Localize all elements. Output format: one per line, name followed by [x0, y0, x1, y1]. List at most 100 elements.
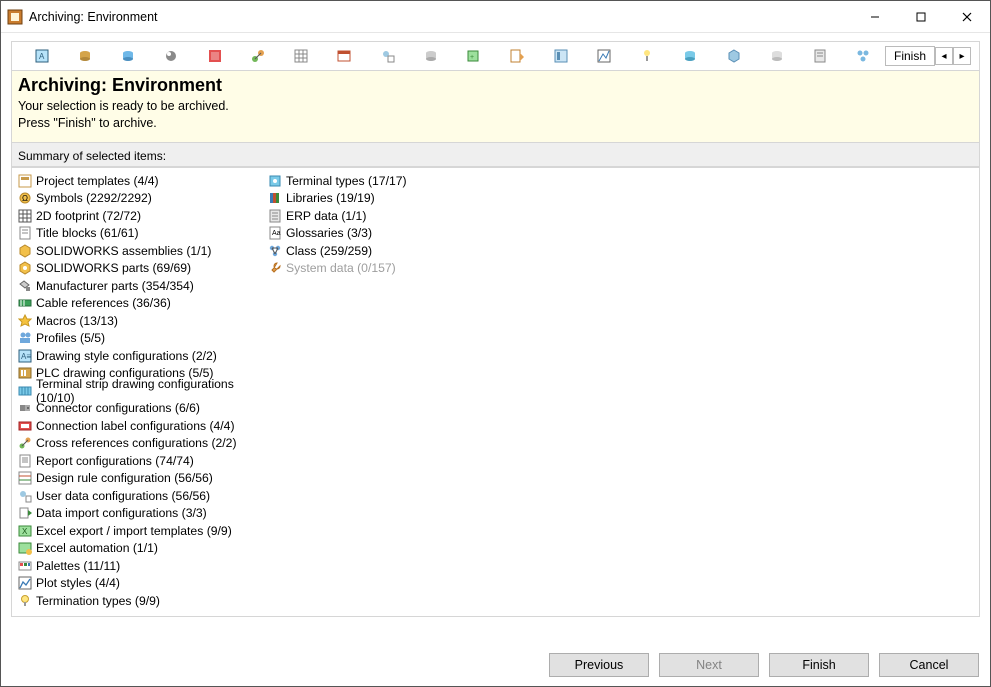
toolbar-step-2[interactable]: [63, 45, 106, 67]
svg-text:A≡: A≡: [21, 352, 31, 361]
palette-icon: [18, 559, 32, 573]
cross-ref-icon: [18, 436, 32, 450]
item-2d-footprint[interactable]: 2D footprint (72/72): [12, 207, 262, 225]
excel-icon: X: [18, 524, 32, 538]
toolbar-step-18[interactable]: [755, 45, 798, 67]
toolbar-step-11[interactable]: +: [453, 45, 496, 67]
finish-button[interactable]: Finish: [769, 653, 869, 677]
toolbar-step-14[interactable]: [582, 45, 625, 67]
import-icon: [18, 506, 32, 520]
summary-panel: Project templates (4/4)ΩSymbols (2292/22…: [11, 167, 980, 617]
toolbar-step-17[interactable]: [712, 45, 755, 67]
item-macros[interactable]: Macros (13/13): [12, 312, 262, 330]
item-design-rule-cfg[interactable]: Design rule configuration (56/56): [12, 469, 262, 487]
terminal-strip-icon: [18, 384, 32, 398]
item-glossaries[interactable]: AaGlossaries (3/3): [262, 224, 512, 242]
item-project-templates[interactable]: Project templates (4/4): [12, 172, 262, 190]
toolbar-step-6[interactable]: [236, 45, 279, 67]
toolbar-step-7[interactable]: [280, 45, 323, 67]
toolbar-step-19[interactable]: [799, 45, 842, 67]
toolbar-prev-arrow[interactable]: ◂: [935, 47, 953, 65]
item-label: Connection label configurations (4/4): [36, 419, 235, 433]
item-class[interactable]: Class (259/259): [262, 242, 512, 260]
app-icon: [7, 9, 23, 25]
item-label: Palettes (11/11): [36, 559, 120, 573]
svg-text:X: X: [22, 527, 28, 536]
toolbar-step-10[interactable]: [409, 45, 452, 67]
item-label: Excel export / import templates (9/9): [36, 524, 232, 538]
toolbar-step-20[interactable]: [842, 45, 885, 67]
item-connection-label-cfg[interactable]: Connection label configurations (4/4): [12, 417, 262, 435]
minimize-button[interactable]: [852, 1, 898, 33]
item-label: Connector configurations (6/6): [36, 401, 200, 415]
item-report-cfg[interactable]: Report configurations (74/74): [12, 452, 262, 470]
class-icon: [268, 244, 282, 258]
item-label: Plot styles (4/4): [36, 576, 120, 590]
toolbar-step-9[interactable]: [366, 45, 409, 67]
report-icon: [18, 454, 32, 468]
item-erp-data[interactable]: ERP data (1/1): [262, 207, 512, 225]
style-icon: A≡: [18, 349, 32, 363]
item-plot-styles[interactable]: Plot styles (4/4): [12, 574, 262, 592]
maximize-button[interactable]: [898, 1, 944, 33]
sw-part-icon: [18, 261, 32, 275]
toolbar-step-3[interactable]: [107, 45, 150, 67]
item-label: 2D footprint (72/72): [36, 209, 141, 223]
item-cable-references[interactable]: Cable references (36/36): [12, 294, 262, 312]
svg-text:+: +: [470, 54, 474, 61]
item-manufacturer-parts[interactable]: Manufacturer parts (354/354): [12, 277, 262, 295]
item-libraries[interactable]: Libraries (19/19): [262, 189, 512, 207]
item-terminal-strip-cfg[interactable]: Terminal strip drawing configurations (1…: [12, 382, 262, 400]
item-connector-cfg[interactable]: Connector configurations (6/6): [12, 399, 262, 417]
toolbar-step-1[interactable]: A: [20, 45, 63, 67]
item-solidworks-parts[interactable]: SOLIDWORKS parts (69/69): [12, 259, 262, 277]
item-solidworks-assemblies[interactable]: SOLIDWORKS assemblies (1/1): [12, 242, 262, 260]
item-excel-automation[interactable]: Excel automation (1/1): [12, 539, 262, 557]
item-drawing-style-cfg[interactable]: A≡Drawing style configurations (2/2): [12, 347, 262, 365]
item-label: Cross references configurations (2/2): [36, 436, 237, 450]
grid-icon: [18, 209, 32, 223]
item-cross-ref-cfg[interactable]: Cross references configurations (2/2): [12, 434, 262, 452]
item-profiles[interactable]: Profiles (5/5): [12, 329, 262, 347]
item-label: Manufacturer parts (354/354): [36, 279, 194, 293]
item-termination-types[interactable]: Termination types (9/9): [12, 592, 262, 610]
item-label: Profiles (5/5): [36, 331, 105, 345]
item-palettes[interactable]: Palettes (11/11): [12, 557, 262, 575]
wizard-header: Archiving: Environment Your selection is…: [11, 71, 980, 142]
toolbar-step-13[interactable]: [539, 45, 582, 67]
window-buttons: [852, 1, 990, 33]
toolbar-step-12[interactable]: [496, 45, 539, 67]
previous-button[interactable]: Previous: [549, 653, 649, 677]
item-title-blocks[interactable]: Title blocks (61/61): [12, 224, 262, 242]
item-label: SOLIDWORKS assemblies (1/1): [36, 244, 211, 258]
item-label: ERP data (1/1): [286, 209, 366, 223]
toolbar-step-15[interactable]: [626, 45, 669, 67]
close-button[interactable]: [944, 1, 990, 33]
symbol-icon: Ω: [18, 191, 32, 205]
item-data-import-cfg[interactable]: Data import configurations (3/3): [12, 504, 262, 522]
toolbar-step-8[interactable]: [323, 45, 366, 67]
item-user-data-cfg[interactable]: User data configurations (56/56): [12, 487, 262, 505]
item-label: Data import configurations (3/3): [36, 506, 207, 520]
cable-icon: [18, 296, 32, 310]
conn-label-icon: [18, 419, 32, 433]
summary-label: Summary of selected items:: [11, 142, 980, 167]
item-label: Class (259/259): [286, 244, 372, 258]
toolbar-step-16[interactable]: [669, 45, 712, 67]
item-system-data[interactable]: System data (0/157): [262, 259, 512, 277]
plc-icon: [18, 366, 32, 380]
toolbar-step-5[interactable]: [193, 45, 236, 67]
item-label: Design rule configuration (56/56): [36, 471, 213, 485]
sw-asm-icon: [18, 244, 32, 258]
toolbar-next-arrow[interactable]: ▸: [953, 47, 971, 65]
cancel-button[interactable]: Cancel: [879, 653, 979, 677]
item-terminal-types[interactable]: Terminal types (17/17): [262, 172, 512, 190]
item-label: Macros (13/13): [36, 314, 118, 328]
plot-icon: [18, 576, 32, 590]
item-symbols[interactable]: ΩSymbols (2292/2292): [12, 189, 262, 207]
toolbar-step-4[interactable]: [150, 45, 193, 67]
finish-tab[interactable]: Finish: [885, 46, 935, 66]
next-button: Next: [659, 653, 759, 677]
item-excel-export-import[interactable]: X Excel export / import templates (9/9): [12, 522, 262, 540]
svg-text:A: A: [39, 52, 45, 61]
